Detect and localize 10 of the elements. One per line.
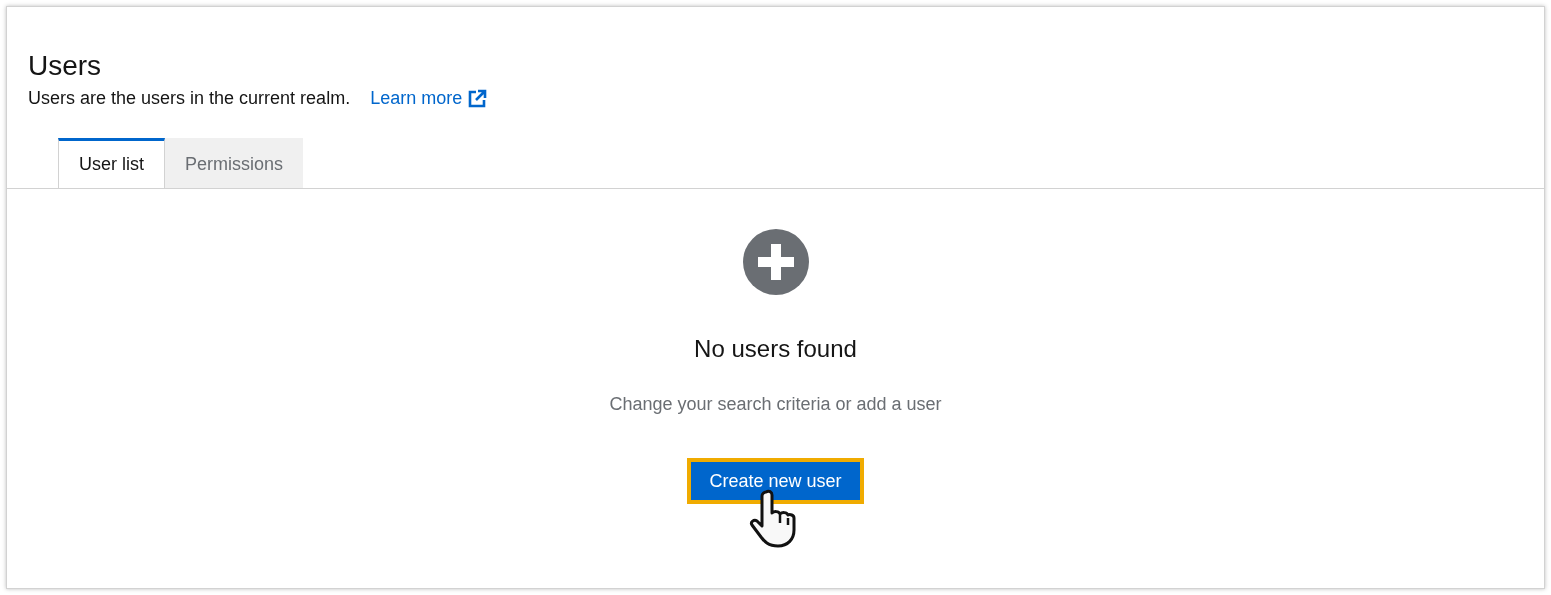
add-circle-icon [742,229,809,295]
learn-more-link[interactable]: Learn more [370,85,488,112]
external-link-icon [467,88,488,109]
page-description: Users are the users in the current realm. [28,87,351,110]
page-title: Users [28,49,103,83]
tab[interactable]: Permissions [165,138,304,188]
empty-state-message: Change your search criteria or add a user [609,393,942,416]
empty-state-title: No users found [694,334,857,364]
create-user-button[interactable]: Create new user [687,458,864,504]
tab[interactable]: User list [58,138,165,188]
